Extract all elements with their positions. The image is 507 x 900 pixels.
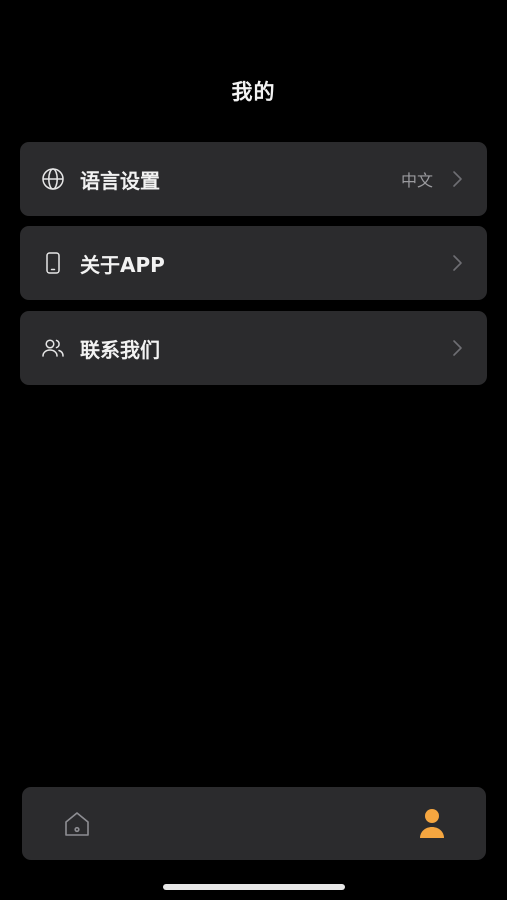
menu-item-contact[interactable]: 联系我们	[20, 311, 487, 385]
profile-screen: 我的 语言设置 中文 关于APP 联系我们	[0, 0, 507, 900]
home-indicator[interactable]	[163, 884, 345, 890]
menu-item-label: 语言设置	[80, 168, 160, 193]
menu-item-language[interactable]: 语言设置 中文	[20, 142, 487, 216]
phone-icon	[40, 250, 66, 276]
language-value: 中文	[400, 171, 433, 190]
chevron-right-icon	[451, 253, 463, 273]
person-icon	[420, 809, 444, 838]
menu-item-label: 关于APP	[80, 252, 165, 277]
users-icon	[40, 335, 66, 361]
globe-icon	[40, 166, 66, 192]
bottom-tab-bar	[22, 787, 486, 860]
home-icon	[65, 812, 89, 836]
menu-item-about[interactable]: 关于APP	[20, 226, 487, 300]
chevron-right-icon	[451, 169, 463, 189]
page-title: 我的	[231, 80, 276, 104]
tab-profile[interactable]	[417, 807, 447, 841]
tab-home[interactable]	[62, 809, 92, 839]
chevron-right-icon	[451, 338, 463, 358]
menu-item-label: 联系我们	[80, 337, 160, 362]
